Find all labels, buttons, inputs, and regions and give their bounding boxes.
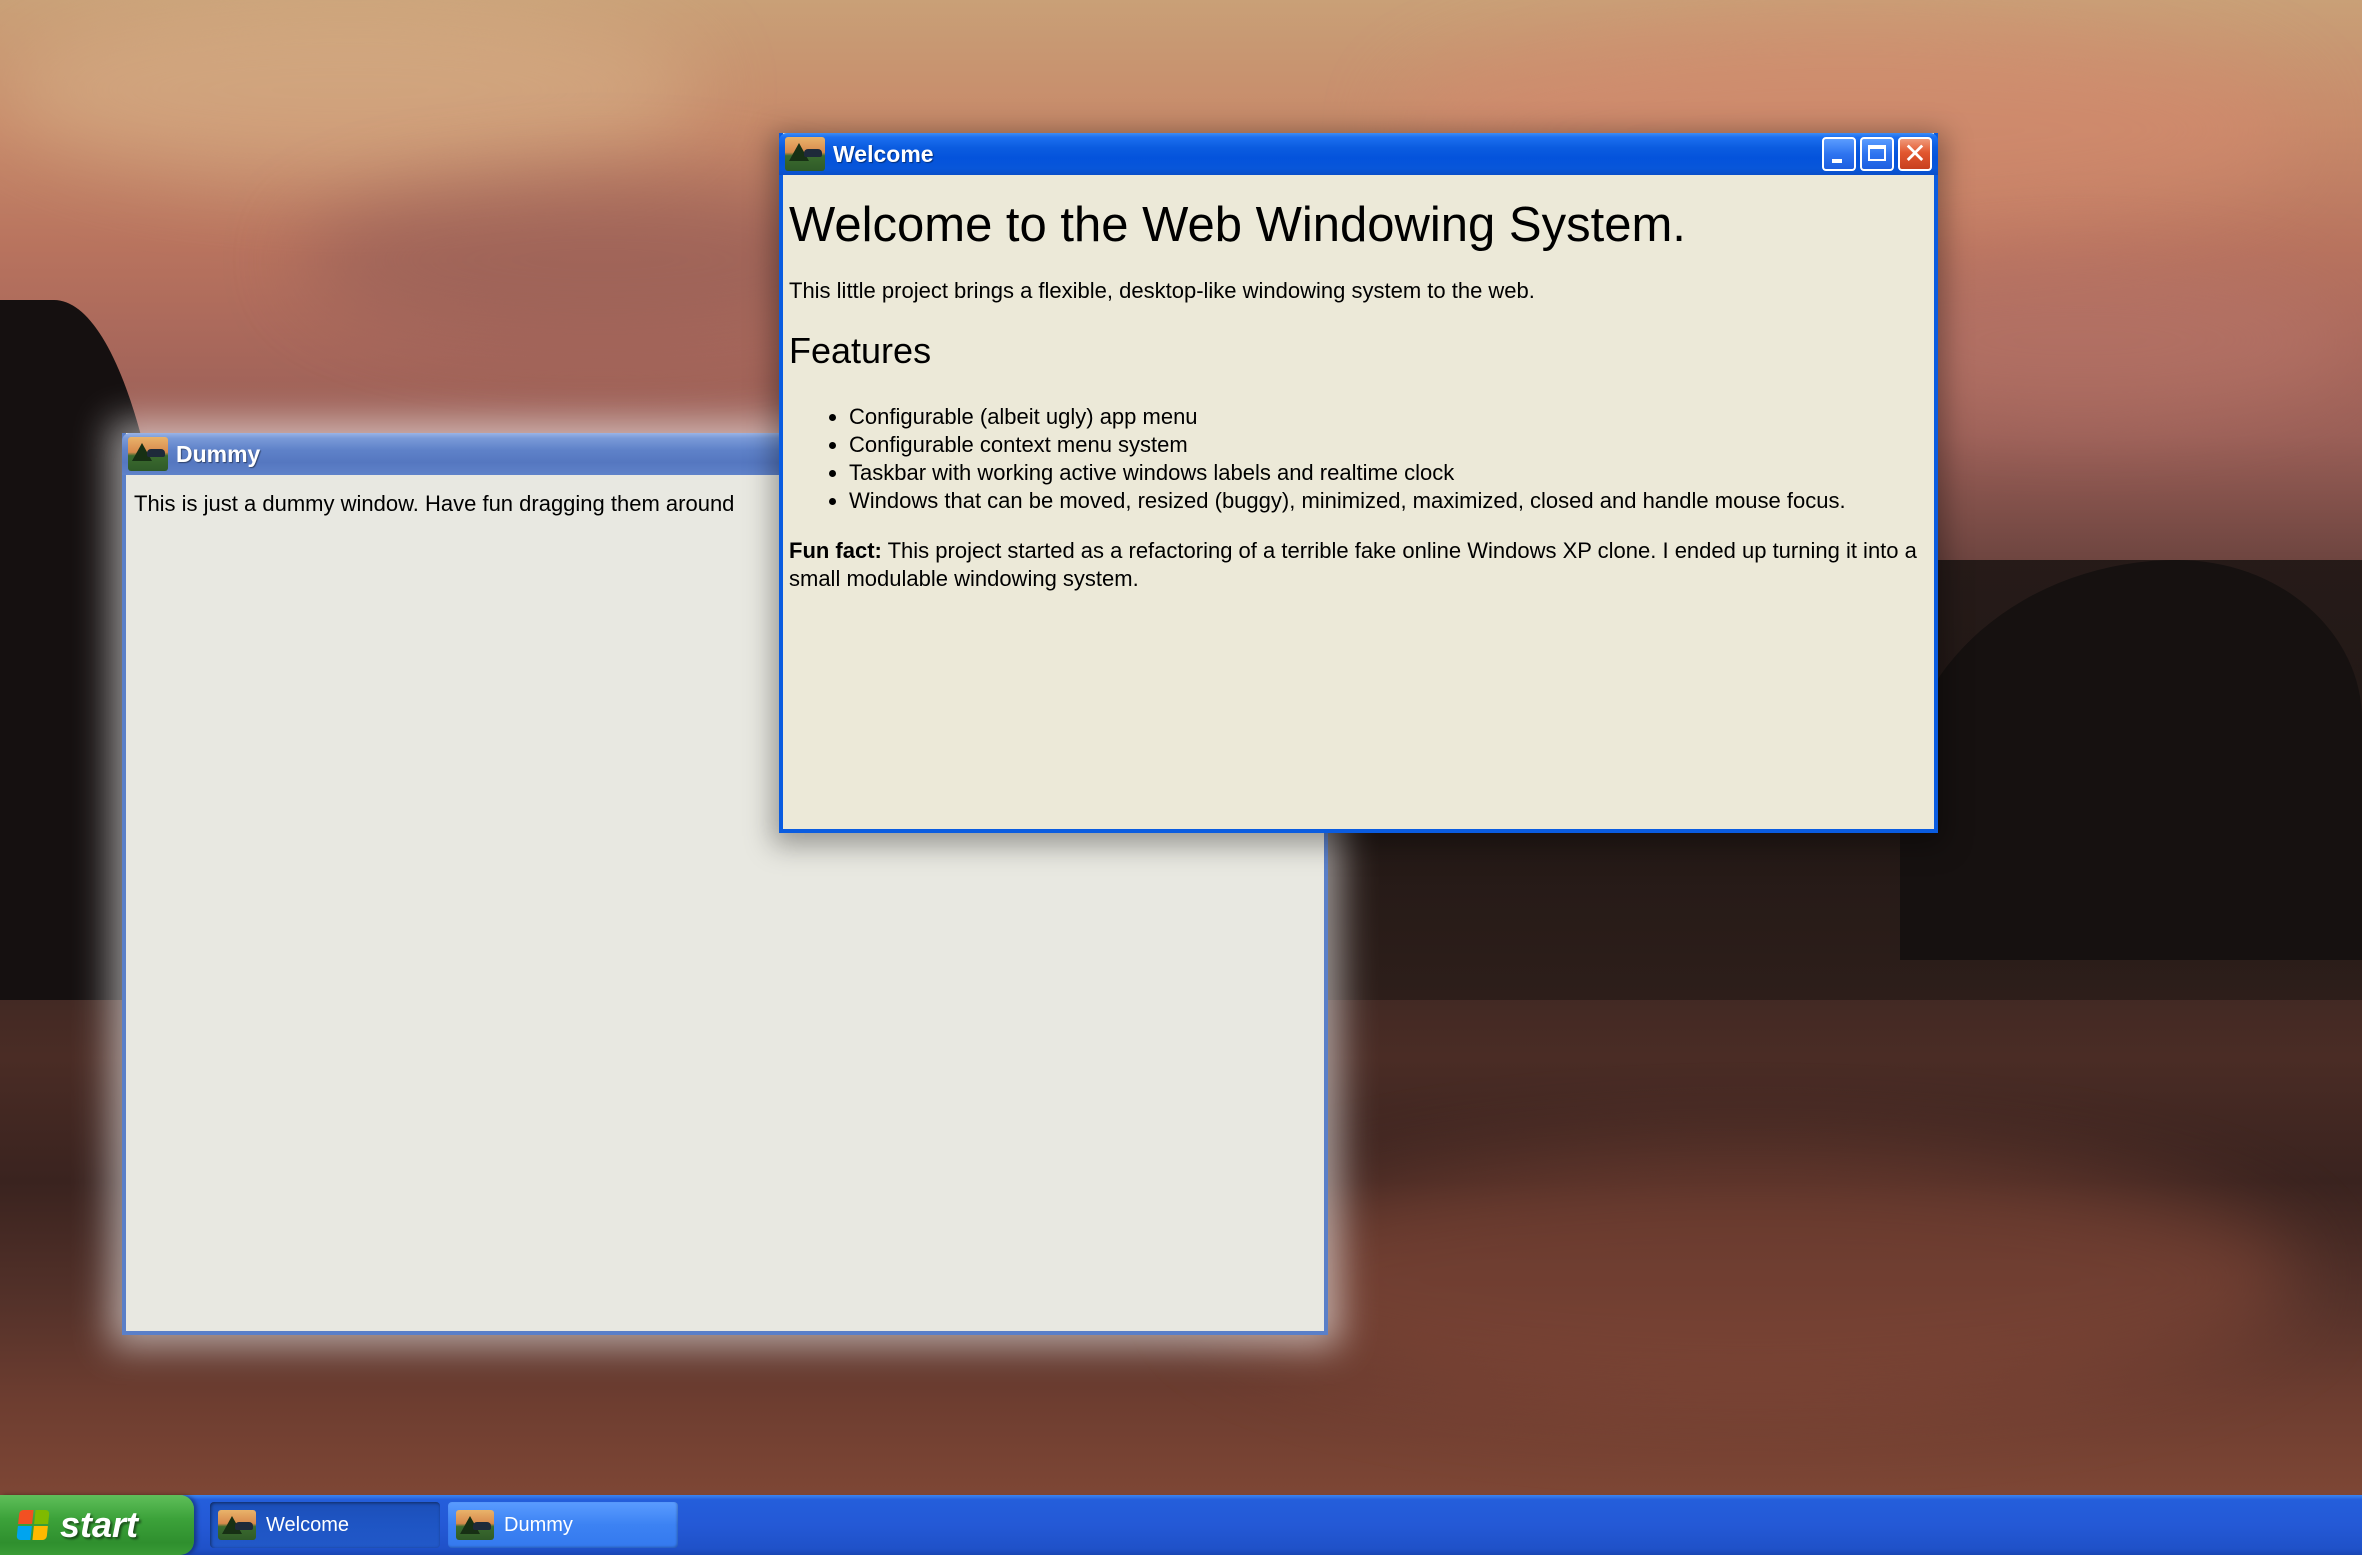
- fun-fact-text: This project started as a refactoring of…: [789, 538, 1917, 591]
- close-button[interactable]: ✕: [1898, 137, 1932, 171]
- desktop[interactable]: Dummy This is just a dummy window. Have …: [0, 0, 2362, 1555]
- welcome-window-content: Welcome to the Web Windowing System. Thi…: [783, 175, 1934, 829]
- minimize-icon: [1832, 159, 1842, 163]
- lake-scene-icon: [218, 1510, 256, 1540]
- close-icon: ✕: [1903, 137, 1927, 170]
- fun-fact-label: Fun fact:: [789, 538, 882, 564]
- list-item: Taskbar with working active windows labe…: [849, 459, 1928, 487]
- maximize-button[interactable]: [1860, 137, 1894, 171]
- list-item: Configurable (albeit ugly) app menu: [849, 403, 1928, 431]
- windows-logo-icon: [16, 1510, 50, 1540]
- dummy-window-text: This is just a dummy window. Have fun dr…: [134, 491, 735, 516]
- wallpaper-cloud: [0, 0, 700, 180]
- lake-scene-icon: [128, 437, 168, 471]
- list-item: Configurable context menu system: [849, 431, 1928, 459]
- wallpaper-water-glow: [1200, 1150, 2300, 1410]
- lake-scene-icon: [785, 137, 825, 171]
- window-controls: ✕: [1822, 137, 1932, 171]
- taskbar-item-welcome[interactable]: Welcome: [210, 1502, 440, 1548]
- taskbar-item-label: Welcome: [266, 1513, 349, 1536]
- taskbar: start Welcome Dummy: [0, 1495, 2362, 1555]
- fun-fact: Fun fact: This project started as a refa…: [789, 537, 1928, 592]
- lake-scene-icon: [456, 1510, 494, 1540]
- features-list: Configurable (albeit ugly) app menu Conf…: [789, 403, 1928, 515]
- minimize-button[interactable]: [1822, 137, 1856, 171]
- features-heading: Features: [789, 330, 932, 372]
- maximize-icon: [1868, 145, 1886, 161]
- welcome-heading: Welcome to the Web Windowing System.: [789, 198, 1686, 252]
- start-button[interactable]: start: [0, 1495, 194, 1555]
- welcome-window-titlebar[interactable]: Welcome ✕: [779, 133, 1938, 175]
- taskbar-item-label: Dummy: [504, 1513, 573, 1536]
- welcome-intro: This little project brings a flexible, d…: [789, 277, 1535, 303]
- start-label: start: [60, 1504, 139, 1545]
- welcome-window-title: Welcome: [833, 140, 934, 167]
- welcome-window[interactable]: Welcome ✕ Welcome to the Web Windowing S…: [779, 133, 1938, 833]
- list-item: Windows that can be moved, resized (bugg…: [849, 487, 1928, 515]
- dummy-window-title: Dummy: [176, 440, 261, 467]
- taskbar-item-dummy[interactable]: Dummy: [448, 1502, 678, 1548]
